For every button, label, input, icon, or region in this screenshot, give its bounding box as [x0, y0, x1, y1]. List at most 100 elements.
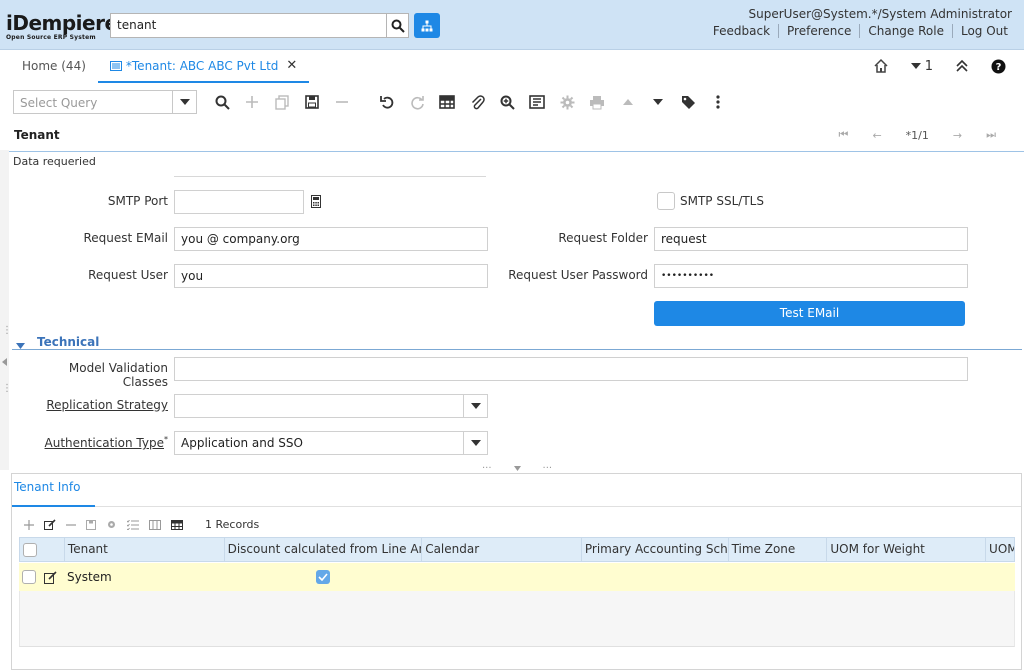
col-tenant[interactable]: Tenant — [65, 538, 225, 561]
search-button[interactable] — [386, 13, 409, 38]
tag-icon — [681, 95, 695, 109]
request-folder-field[interactable]: request — [654, 227, 968, 251]
more-options-button[interactable] — [709, 93, 727, 111]
select-all-checkbox[interactable] — [23, 542, 37, 557]
home-icon[interactable] — [873, 58, 889, 74]
save-button[interactable] — [303, 93, 321, 111]
last-record-icon[interactable]: ⏭ — [986, 128, 996, 142]
col-time-zone[interactable]: Time Zone — [729, 538, 828, 561]
label-button[interactable] — [679, 93, 697, 111]
smtp-ssl-checkbox[interactable] — [657, 192, 675, 210]
calculator-icon[interactable] — [311, 195, 321, 211]
search-icon — [391, 19, 405, 33]
copy-record-button[interactable] — [273, 93, 291, 111]
menu-tree-button[interactable] — [414, 13, 440, 38]
cell-tenant[interactable]: System — [64, 563, 224, 591]
chevron-down-icon[interactable] — [463, 395, 487, 417]
authentication-type-value: Application and SSO — [181, 436, 303, 450]
request-user-password-label: Request User Password — [508, 268, 648, 282]
window-count-dropdown[interactable]: 1 — [910, 59, 933, 74]
refresh-button[interactable] — [408, 93, 426, 111]
select-all-cell[interactable] — [20, 538, 65, 561]
collapse-icon[interactable] — [955, 59, 969, 73]
svg-text:?: ? — [996, 62, 1002, 73]
cell-uom-weight[interactable] — [828, 563, 987, 591]
test-email-button[interactable]: Test EMail — [654, 301, 965, 326]
zoom-across-button[interactable] — [498, 93, 516, 111]
tab-tenant[interactable]: *Tenant: ABC ABC Pvt Ltd ✕ — [97, 51, 310, 83]
chevron-down-icon[interactable] — [172, 91, 196, 113]
col-uom-weight[interactable]: UOM for Weight — [827, 538, 987, 561]
help-icon[interactable]: ? — [991, 59, 1006, 74]
cell-discount[interactable] — [224, 563, 422, 591]
select-query-dropdown[interactable]: Select Query — [13, 90, 197, 114]
global-search-input[interactable]: tenant — [110, 13, 387, 38]
cell-calendar[interactable] — [422, 563, 582, 591]
request-user-password-field[interactable]: •••••••••• — [654, 264, 968, 288]
next-record-icon[interactable]: → — [953, 129, 962, 142]
replication-strategy-select[interactable] — [174, 394, 488, 418]
col-uom[interactable]: UOM — [986, 538, 1014, 561]
tab-tenant-info[interactable]: Tenant Info — [14, 480, 80, 494]
search-icon — [215, 95, 230, 110]
change-role-link[interactable]: Change Role — [859, 24, 952, 38]
edit-icon[interactable] — [44, 518, 56, 531]
logo-subtitle: Open Source ERP System — [6, 34, 96, 41]
discount-checkbox-checked[interactable] — [316, 570, 330, 584]
authentication-type-label[interactable]: Authentication Type* — [20, 435, 168, 450]
first-record-icon[interactable]: ⏮ — [839, 128, 849, 142]
close-icon[interactable]: ✕ — [286, 51, 297, 81]
attachment-button[interactable] — [468, 93, 486, 111]
record-count: 1 Records — [205, 518, 260, 531]
report-button[interactable] — [528, 93, 546, 111]
find-button[interactable] — [213, 93, 231, 111]
edit-icon[interactable] — [44, 570, 57, 584]
gutter-grip-icon[interactable]: ⋮ — [2, 326, 12, 336]
gutter-grip-icon-2[interactable]: ⋮ — [2, 384, 12, 394]
delete-button[interactable] — [333, 93, 351, 111]
smtp-port-field[interactable] — [174, 190, 304, 214]
col-calendar[interactable]: Calendar — [422, 538, 582, 561]
columns-icon[interactable] — [149, 519, 161, 530]
replication-strategy-label[interactable]: Replication Strategy — [20, 398, 168, 412]
header-links: Feedback Preference Change Role Log Out — [705, 24, 1016, 38]
table-row[interactable]: System — [19, 563, 1015, 591]
authentication-type-select[interactable]: Application and SSO — [174, 431, 488, 455]
col-discount[interactable]: Discount calculated from Line Amounts — [225, 538, 423, 561]
print-button[interactable] — [588, 93, 606, 111]
previous-record-icon[interactable]: ← — [872, 129, 881, 142]
row-select-checkbox[interactable] — [22, 570, 36, 584]
logout-link[interactable]: Log Out — [951, 24, 1016, 38]
request-email-field[interactable]: you @ company.org — [174, 227, 488, 251]
plus-icon[interactable] — [24, 519, 34, 530]
printer-icon — [590, 95, 604, 109]
tab-home[interactable]: Home (44) — [10, 51, 98, 83]
cell-time-zone[interactable] — [729, 563, 828, 591]
model-validation-field[interactable] — [174, 357, 968, 381]
status-message: Data requeried — [13, 155, 96, 168]
cell-accounting-schema[interactable] — [582, 563, 729, 591]
process-button[interactable] — [558, 93, 576, 111]
next-record-button[interactable] — [649, 93, 667, 111]
preference-link[interactable]: Preference — [778, 24, 859, 38]
section-technical-title[interactable]: Technical — [37, 335, 99, 349]
new-record-button[interactable] — [243, 93, 261, 111]
cell-uom[interactable] — [987, 563, 1015, 591]
chevron-down-icon[interactable] — [463, 432, 487, 454]
previous-record-button[interactable] — [619, 93, 637, 111]
save-icon[interactable] — [86, 519, 96, 530]
feedback-link[interactable]: Feedback — [705, 24, 778, 38]
minus-icon[interactable] — [66, 520, 76, 530]
col-accounting-schema[interactable]: Primary Accounting Schema — [582, 538, 729, 561]
user-role-label[interactable]: SuperUser@System.*/System Administrator — [749, 7, 1012, 21]
idempiere-logo[interactable]: iDempiere Open Source ERP System — [6, 12, 118, 41]
request-user-field[interactable]: you — [174, 264, 488, 288]
grid-toggle-button[interactable] — [438, 93, 456, 111]
caret-down-icon — [910, 63, 921, 69]
west-splitter[interactable] — [0, 150, 9, 470]
undo-button[interactable] — [378, 93, 396, 111]
gear-icon[interactable] — [106, 519, 117, 530]
checklist-icon[interactable] — [127, 519, 139, 530]
collapse-west-icon[interactable] — [2, 355, 7, 369]
grid-icon[interactable] — [171, 519, 183, 530]
